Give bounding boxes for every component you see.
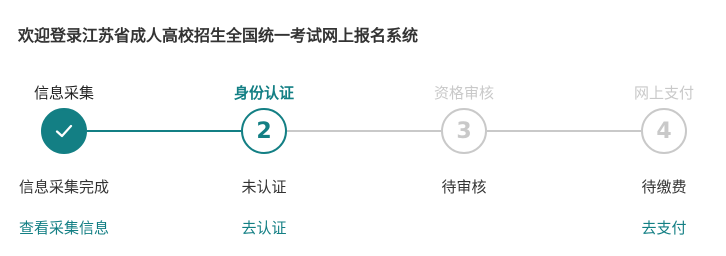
step-title-online-payment: 网上支付 bbox=[633, 84, 694, 102]
step-marker-identity-verification: 2 bbox=[241, 108, 287, 154]
go-pay-link[interactable]: 去支付 bbox=[609, 217, 719, 239]
step-status-online-payment: 待缴费 bbox=[641, 178, 687, 196]
step-title-identity-verification: 身份认证 bbox=[233, 84, 294, 102]
step-connector-2-3 bbox=[287, 130, 441, 132]
page-title: 欢迎登录江苏省成人高校招生全国统一考试网上报名系统 bbox=[18, 26, 419, 45]
check-icon bbox=[55, 124, 73, 138]
registration-progress-page: 欢迎登录江苏省成人高校招生全国统一考试网上报名系统 信息采集 信息采集完成 查看… bbox=[0, 0, 726, 256]
step-status-identity-verification: 未认证 bbox=[241, 178, 287, 196]
step-marker-info-collection bbox=[41, 108, 87, 154]
step-status-info-collection: 信息采集完成 bbox=[18, 178, 109, 196]
step-connector-1-2 bbox=[87, 130, 241, 132]
step-connector-3-4 bbox=[487, 130, 641, 132]
go-verify-link[interactable]: 去认证 bbox=[209, 217, 319, 239]
step-status-qualification-review: 待审核 bbox=[441, 178, 487, 196]
step-title-info-collection: 信息采集 bbox=[33, 84, 94, 102]
step-marker-qualification-review: 3 bbox=[441, 108, 487, 154]
step-title-qualification-review: 资格审核 bbox=[433, 84, 494, 102]
step-marker-online-payment: 4 bbox=[641, 108, 687, 154]
view-collected-info-link[interactable]: 查看采集信息 bbox=[9, 217, 119, 239]
